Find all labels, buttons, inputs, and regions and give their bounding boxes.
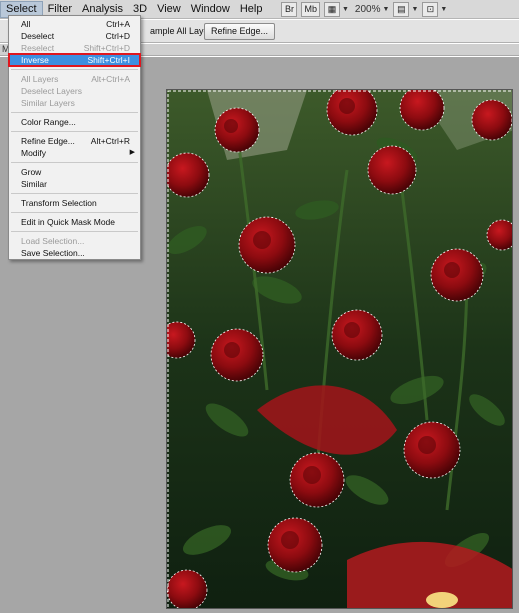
menu-separator [11,212,138,213]
menu-item-all-layers: All Layers Alt+Ctrl+A [9,73,140,85]
menu-item-shortcut: Ctrl+A [106,19,130,29]
bridge-icon[interactable]: Br [281,1,298,17]
menu-item-grow[interactable]: Grow [9,166,140,178]
image-canvas[interactable] [166,89,513,609]
menu-view[interactable]: View [152,1,186,18]
menu-item-label: Color Range... [21,117,76,127]
menu-item-label: Deselect [21,31,55,41]
menu-item-save-selection[interactable]: Save Selection... [9,247,140,259]
chevron-down-icon[interactable]: ▼ [440,6,447,13]
menu-help[interactable]: Help [235,1,268,18]
menu-item-label: Refine Edge... [21,136,75,146]
menu-item-label: Inverse [21,55,49,65]
menu-item-deselect-layers: Deselect Layers [9,85,140,97]
menu-separator [11,112,138,113]
menu-item-label: Reselect [21,43,55,53]
menu-item-shortcut: Shift+Ctrl+D [83,43,130,53]
menu-item-reselect: Reselect Shift+Ctrl+D [9,42,140,54]
menu-item-similar[interactable]: Similar [9,178,140,190]
menu-item-shortcut: Shift+Ctrl+I [87,55,130,65]
minibridge-icon[interactable]: Mb [301,1,320,17]
menu-item-label: Modify [21,148,47,158]
menu-item-label: Load Selection... [21,236,85,246]
menu-item-deselect[interactable]: Deselect Ctrl+D [9,30,140,42]
roses-image [167,90,512,608]
menu-item-label: Save Selection... [21,248,85,258]
refine-edge-button[interactable]: Refine Edge... [204,23,276,40]
menu-separator [11,162,138,163]
menu-item-refine-edge[interactable]: Refine Edge... Alt+Ctrl+R [9,135,140,147]
menu-item-edit-in-quick-mask-mode[interactable]: Edit in Quick Mask Mode [9,216,140,228]
menu-separator [11,69,138,70]
menu-item-label: All [21,19,31,29]
view-extras-icon[interactable]: ▦ [323,1,340,17]
menu-item-label: Deselect Layers [21,86,82,96]
menu-item-label: All Layers [21,74,59,84]
menu-separator [11,193,138,194]
menu-item-color-range[interactable]: Color Range... [9,116,140,128]
menu-item-label: Transform Selection [21,198,97,208]
menu-item-similar-layers: Similar Layers [9,97,140,109]
menu-item-label: Similar [21,179,47,189]
zoom-level[interactable]: 200% [355,4,381,15]
menu-window[interactable]: Window [186,1,235,18]
menu-item-shortcut: Ctrl+D [105,31,130,41]
chevron-down-icon[interactable]: ▼ [411,6,418,13]
chevron-down-icon[interactable]: ▼ [342,6,349,13]
menu-item-label: Grow [21,167,42,177]
screen-mode-icon[interactable]: ⊡ [422,1,439,17]
menu-item-shortcut: Alt+Ctrl+R [90,136,130,146]
menu-item-load-selection: Load Selection... [9,235,140,247]
menu-separator [11,231,138,232]
select-menu-dropdown: All Ctrl+A Deselect Ctrl+D Reselect Shift+Ctr… [8,15,141,260]
menu-item-label: Edit in Quick Mask Mode [21,217,116,227]
menu-item-shortcut: Alt+Ctrl+A [91,74,130,84]
menu-separator [11,131,138,132]
submenu-arrow-icon: ▶ [129,149,135,156]
menu-item-all[interactable]: All Ctrl+A [9,18,140,30]
menu-item-transform-selection[interactable]: Transform Selection [9,197,140,209]
menu-item-modify[interactable]: Modify ▶ [9,147,140,159]
menu-item-label: Similar Layers [21,98,75,108]
chevron-down-icon[interactable]: ▼ [383,6,390,13]
arrange-documents-icon[interactable]: ▤ [393,1,410,17]
menu-item-inverse[interactable]: Inverse Shift+Ctrl+I [8,53,141,67]
